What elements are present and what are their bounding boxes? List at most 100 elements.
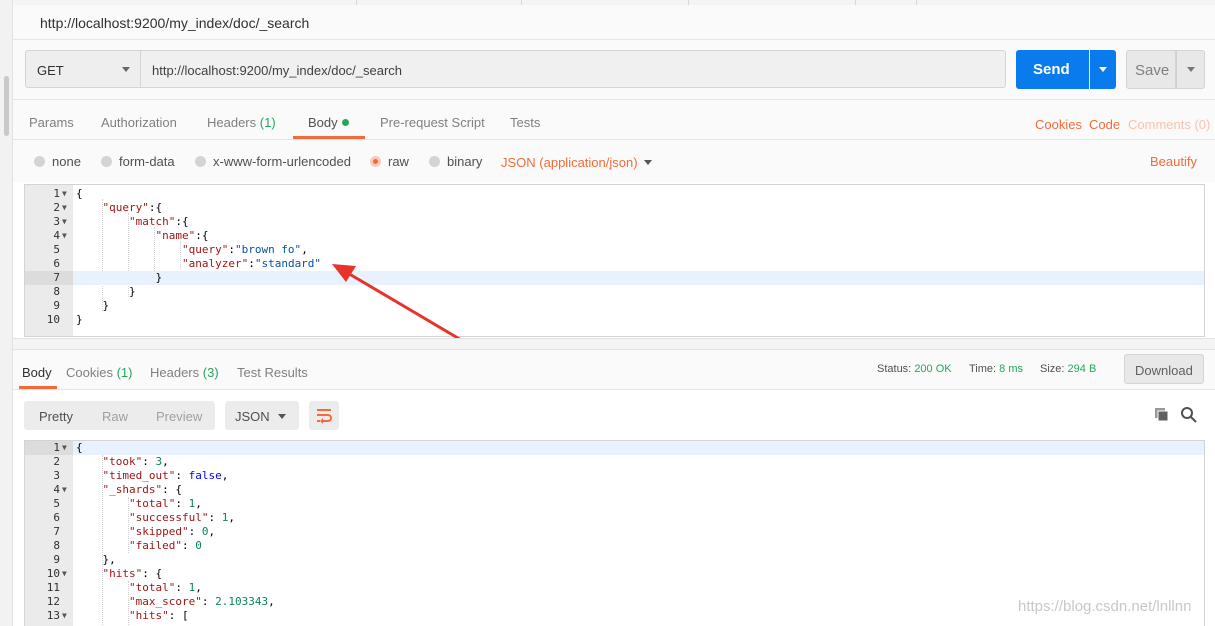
- tab-headers-label: Headers: [207, 115, 257, 130]
- annotation-arrow-icon: [332, 264, 469, 346]
- save-button[interactable]: Save: [1126, 50, 1176, 89]
- tab-prerequest-script[interactable]: Pre-request Script: [380, 115, 485, 130]
- download-button[interactable]: Download: [1124, 354, 1204, 384]
- code-text: "timed_out": false,: [102, 469, 229, 482]
- response-tab-headers[interactable]: Headers (3): [150, 365, 219, 380]
- beautify-link[interactable]: Beautify: [1150, 154, 1197, 169]
- chevron-down-icon: [1099, 67, 1107, 72]
- line-number: 3: [53, 469, 60, 482]
- code-text: }: [76, 285, 136, 298]
- tab-params[interactable]: Params: [29, 115, 74, 130]
- radio-circle-icon: [101, 156, 112, 167]
- code-line: 10}: [25, 313, 1204, 327]
- modified-dot-icon: [341, 119, 349, 126]
- line-number: 13: [46, 609, 60, 622]
- tab-body[interactable]: Body: [308, 115, 349, 130]
- code-text: "hits": {: [102, 567, 163, 580]
- code-line: 9 },: [25, 553, 1204, 567]
- code-text: "query":"brown fo",: [181, 243, 308, 256]
- view-raw-button[interactable]: Raw: [102, 409, 128, 424]
- code-line: 5 "query":"brown fo",: [25, 243, 1204, 257]
- code-text: },: [76, 553, 116, 566]
- search-icon[interactable]: [1180, 406, 1198, 424]
- size-value: 294 B: [1067, 363, 1097, 375]
- radio-form-data[interactable]: form-data: [101, 154, 175, 169]
- line-number: 4: [53, 229, 60, 242]
- body-type-options: none form-data x-www-form-urlencoded raw…: [13, 140, 1215, 182]
- code-text: "total": 1,: [128, 581, 202, 594]
- line-number: 7: [53, 525, 60, 538]
- line-number: 6: [53, 257, 60, 270]
- code-text: "hits": [: [128, 609, 189, 622]
- code-line: 7 "skipped": 0,: [25, 525, 1204, 539]
- response-format-select[interactable]: JSON: [225, 401, 299, 430]
- fold-toggle-icon[interactable]: ▼: [62, 483, 67, 497]
- code-line: 4 ▼ "_shards": {: [25, 483, 1204, 497]
- url-value: http://localhost:9200/my_index/doc/_sear…: [152, 63, 403, 78]
- code-text: "query":{: [102, 201, 163, 214]
- code-text: }: [76, 313, 83, 326]
- copy-icon[interactable]: [1154, 407, 1170, 423]
- chevron-down-icon: [278, 414, 286, 419]
- fold-toggle-icon[interactable]: ▼: [62, 229, 67, 243]
- fold-toggle-icon[interactable]: ▼: [62, 567, 67, 581]
- response-tabs: Body Cookies (1) Headers (3) Test Result…: [13, 350, 1215, 390]
- code-line: 10 ▼ "hits": {: [25, 567, 1204, 581]
- send-button[interactable]: Send: [1016, 50, 1089, 89]
- url-input[interactable]: http://localhost:9200/my_index/doc/_sear…: [141, 50, 1006, 88]
- sidebar-scrollbar[interactable]: [4, 76, 9, 136]
- code-line: 2 "took": 3,: [25, 455, 1204, 469]
- tab-tests[interactable]: Tests: [510, 115, 540, 130]
- chevron-down-icon[interactable]: [644, 160, 652, 165]
- cookies-link[interactable]: Cookies: [1035, 117, 1082, 132]
- radio-raw[interactable]: raw: [370, 154, 409, 169]
- chevron-down-icon: [122, 67, 130, 72]
- pane-divider[interactable]: [13, 338, 1215, 350]
- line-number: 2: [53, 455, 60, 468]
- view-pretty-button[interactable]: Pretty: [39, 409, 73, 424]
- fold-toggle-icon[interactable]: ▼: [62, 609, 67, 623]
- wrap-lines-icon: [317, 409, 332, 424]
- code-line: 5 "total": 1,: [25, 497, 1204, 511]
- response-tab-test-results[interactable]: Test Results: [237, 365, 308, 380]
- fold-toggle-icon[interactable]: ▼: [62, 215, 67, 229]
- radio-binary[interactable]: binary: [429, 154, 482, 169]
- comments-link[interactable]: Comments (0): [1128, 117, 1210, 132]
- tab-authorization[interactable]: Authorization: [101, 115, 177, 130]
- content-type-select[interactable]: JSON (application/json): [501, 155, 638, 170]
- time-readout: Time: 8 ms: [969, 363, 1023, 375]
- response-view-options: Pretty Raw Preview JSON: [13, 390, 1215, 440]
- size-readout: Size: 294 B: [1040, 363, 1097, 375]
- fold-toggle-icon[interactable]: ▼: [62, 201, 67, 215]
- line-number: 8: [53, 285, 60, 298]
- radio-circle-icon: [195, 156, 206, 167]
- tab-headers[interactable]: Headers (1): [207, 115, 276, 130]
- radio-urlencoded[interactable]: x-www-form-urlencoded: [195, 154, 351, 169]
- code-text: "max_score": 2.103343,: [128, 595, 275, 608]
- line-number: 3: [53, 215, 60, 228]
- tab-body-label: Body: [308, 115, 338, 130]
- code-line: 9 }: [25, 299, 1204, 313]
- request-body-editor[interactable]: 1 ▼{2 ▼ "query":{3 ▼ "match":{4 ▼ "name":{5 …: [24, 184, 1205, 337]
- send-options-button[interactable]: [1090, 50, 1116, 89]
- radio-none[interactable]: none: [34, 154, 81, 169]
- code-text: "took": 3,: [102, 455, 169, 468]
- save-options-button[interactable]: [1176, 50, 1205, 89]
- response-tab-body[interactable]: Body: [22, 365, 52, 380]
- code-text: {: [76, 187, 83, 200]
- code-line: 1 ▼ {: [25, 187, 1204, 201]
- fold-toggle-icon[interactable]: ▼: [62, 187, 67, 201]
- line-number: 11: [46, 581, 60, 594]
- view-preview-button[interactable]: Preview: [156, 409, 202, 424]
- code-line: 1 ▼ {: [25, 441, 1204, 455]
- fold-toggle-icon[interactable]: ▼: [62, 441, 67, 455]
- left-sidebar-edge: [0, 0, 13, 626]
- response-tab-cookies[interactable]: Cookies (1): [66, 365, 132, 380]
- active-tab-indicator: [19, 386, 57, 389]
- wrap-lines-button[interactable]: [309, 401, 339, 430]
- code-link[interactable]: Code: [1089, 117, 1120, 132]
- method-select[interactable]: GET: [25, 50, 141, 88]
- code-text: "successful": 1,: [128, 511, 235, 524]
- request-tabs: Params Authorization Headers (1) Body Pr…: [13, 100, 1215, 140]
- code-text: "_shards": {: [102, 483, 182, 496]
